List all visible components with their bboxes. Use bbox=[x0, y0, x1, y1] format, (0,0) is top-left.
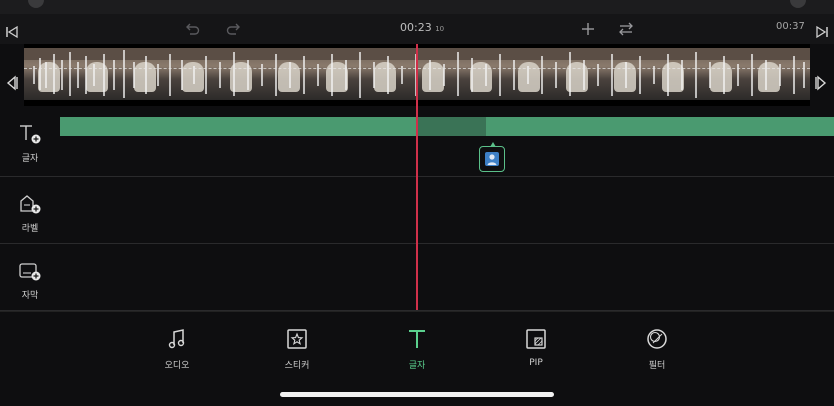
top-strip bbox=[0, 0, 834, 14]
toolbar-text-button[interactable]: 글자 bbox=[387, 328, 447, 371]
swap-arrows-icon bbox=[619, 22, 633, 36]
toolbar-audio-label: 오디오 bbox=[164, 361, 190, 371]
undo-icon bbox=[186, 23, 200, 35]
redo-button[interactable] bbox=[224, 19, 244, 39]
toolbar-text-label: 글자 bbox=[408, 361, 426, 371]
toolbar-pip-label: PIP bbox=[529, 358, 543, 368]
toolbar-sticker-button[interactable]: 스티커 bbox=[267, 328, 327, 371]
track-label-label: 라벨 bbox=[21, 223, 39, 234]
label-add-icon bbox=[20, 194, 41, 213]
current-time-main: 00:23 bbox=[400, 21, 432, 34]
plus-icon bbox=[582, 23, 594, 35]
home-indicator[interactable] bbox=[280, 392, 554, 397]
text-add-icon bbox=[20, 124, 41, 143]
playhead[interactable] bbox=[416, 44, 418, 310]
keyframe-marker[interactable] bbox=[479, 142, 505, 172]
subtitle-add-icon bbox=[19, 262, 41, 280]
add-subtitle-track-button[interactable]: 자막 bbox=[0, 253, 60, 307]
status-dot bbox=[790, 0, 806, 8]
add-text-track-button[interactable]: 글자 bbox=[0, 116, 60, 170]
trim-end-handle[interactable] bbox=[812, 72, 830, 94]
add-label-track-button[interactable]: 라벨 bbox=[0, 186, 60, 240]
skip-start-icon bbox=[6, 25, 18, 39]
trim-start-handle[interactable] bbox=[3, 72, 21, 94]
toolbar-pip-button[interactable]: PIP bbox=[506, 328, 566, 368]
toolbar-sticker-label: 스티커 bbox=[284, 361, 310, 371]
swap-button[interactable] bbox=[616, 19, 636, 39]
add-clip-button[interactable] bbox=[578, 19, 598, 39]
jump-to-start-button[interactable] bbox=[2, 22, 22, 42]
music-note-icon bbox=[168, 329, 185, 349]
current-time: 00:23 10 bbox=[400, 21, 444, 34]
person-thumbnail-icon bbox=[485, 152, 499, 166]
toolbar-audio-button[interactable]: 오디오 bbox=[147, 328, 207, 371]
filter-icon bbox=[647, 329, 667, 349]
current-time-frame: 10 bbox=[435, 25, 445, 33]
status-dot bbox=[28, 0, 44, 8]
redo-icon bbox=[226, 23, 240, 35]
jump-to-end-button[interactable] bbox=[812, 22, 832, 42]
total-time: 00:37 bbox=[776, 21, 805, 32]
toolbar-filter-button[interactable]: 필터 bbox=[627, 328, 687, 371]
undo-button[interactable] bbox=[182, 19, 202, 39]
track-label-text: 글자 bbox=[21, 153, 39, 164]
text-clip-selected-segment[interactable] bbox=[416, 117, 486, 136]
skip-end-icon bbox=[816, 25, 828, 39]
trim-right-icon bbox=[815, 75, 827, 91]
sticker-icon bbox=[287, 329, 307, 349]
text-icon bbox=[409, 330, 425, 348]
trim-left-icon bbox=[6, 75, 18, 91]
pip-icon bbox=[526, 329, 546, 349]
toolbar-filter-label: 필터 bbox=[648, 361, 666, 371]
track-label-subtitle: 자막 bbox=[21, 290, 39, 301]
